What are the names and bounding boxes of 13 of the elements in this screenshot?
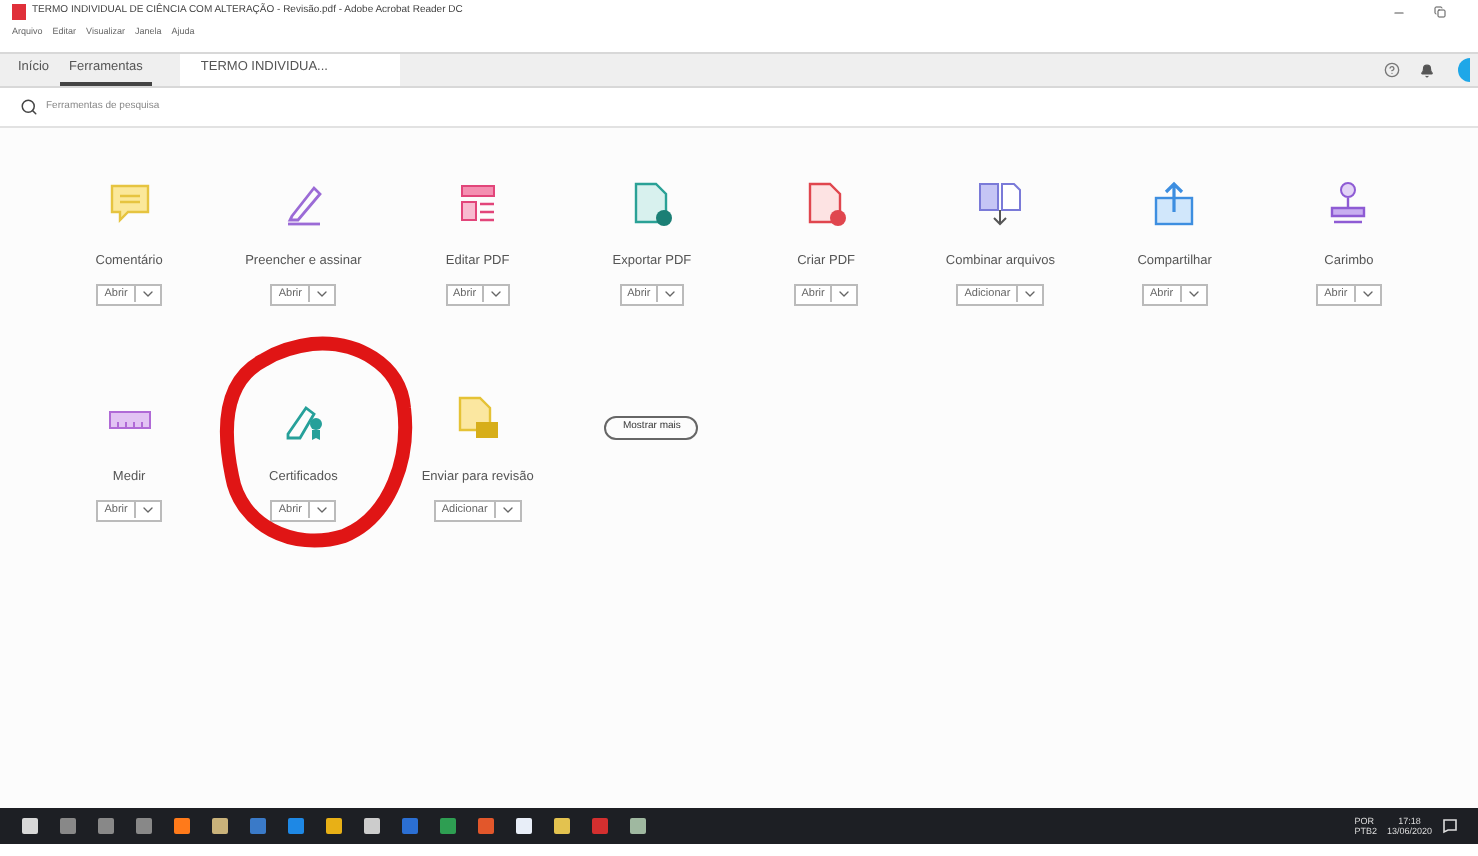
document-plus-icon (804, 180, 849, 228)
search-icon (20, 98, 38, 116)
bell-icon[interactable] (1420, 63, 1434, 77)
stamp-icon (1326, 180, 1371, 228)
notification-icon[interactable] (1442, 818, 1458, 834)
share-icon (1152, 180, 1197, 228)
document-export-icon (629, 180, 674, 228)
document-comment-icon (455, 396, 500, 444)
help-icon[interactable] (1384, 62, 1400, 78)
app-icon (12, 4, 26, 20)
restore-icon[interactable] (1434, 6, 1446, 18)
combine-documents-icon (978, 180, 1023, 228)
speech-bubble-icon (107, 180, 152, 228)
